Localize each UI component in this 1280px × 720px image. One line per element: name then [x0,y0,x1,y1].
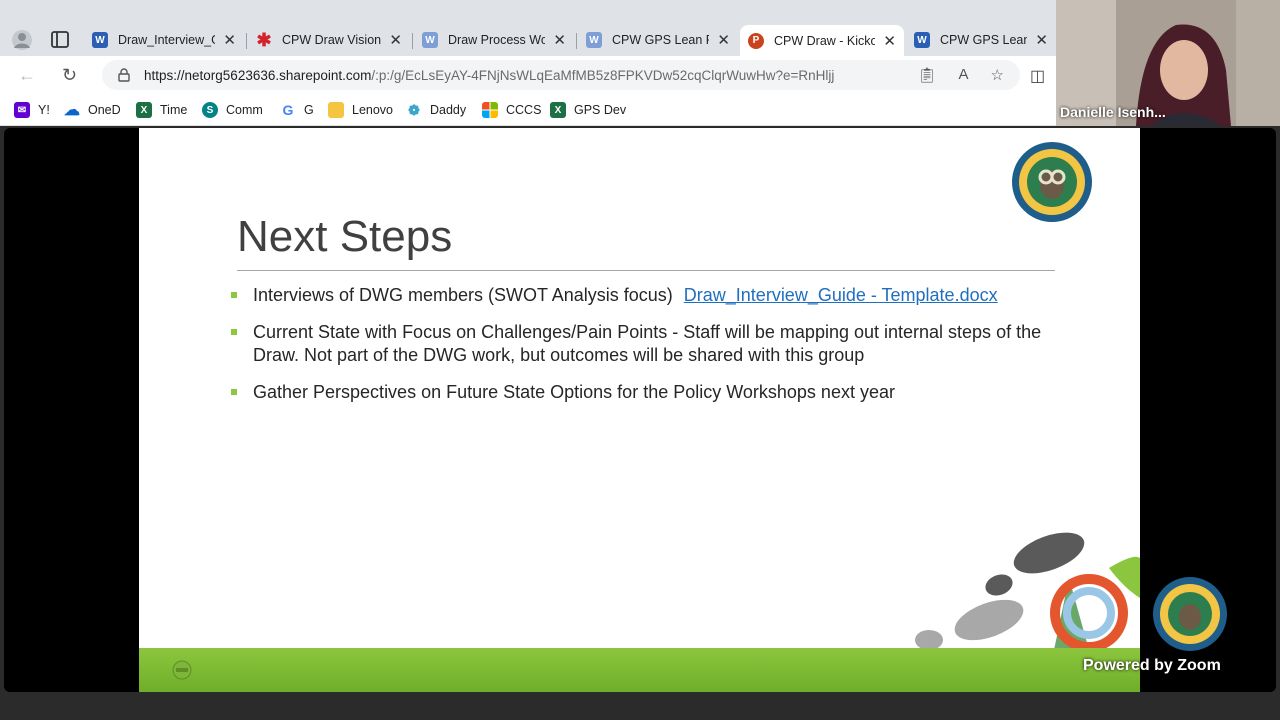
url-path: /:p:/g/EcLsEyAY-4FNjNsWLqEaMfMB5z8FPKVDw… [371,67,835,83]
bookmark-label: Y! [38,103,50,117]
bottom-strip [0,694,1280,720]
read-aloud-icon[interactable]: A͏ [959,66,969,84]
close-icon[interactable]: ✕ [717,31,730,49]
participant-video[interactable]: Danielle Isenh... [1056,0,1280,126]
bookmark-comm[interactable]: S Comm [202,102,263,118]
bookmark-time[interactable]: X Time [136,102,187,118]
tab-divider [412,33,413,49]
close-icon[interactable]: ✕ [883,32,896,50]
tab-cpw-draw-vision[interactable]: ✱ CPW Draw Vision ✕ [248,26,410,54]
google-icon: G [282,102,294,118]
swirl-icon: ❁ [408,101,420,118]
url-host: https://netorg5623636.sharepoint.com [144,67,372,83]
bookmark-onedrive[interactable]: ☁ OneD [64,102,121,119]
address-bar[interactable]: https://netorg5623636.sharepoint.com/:p:… [102,60,1020,90]
tab-cpw-gps-lean-process[interactable]: W CPW GPS Lean Pro ✕ [578,26,738,54]
close-icon[interactable]: ✕ [223,31,236,49]
tab-title: CPW GPS Lean Pro [612,33,709,47]
bullet-item: Interviews of DWG members (SWOT Analysis… [229,284,1049,307]
refresh-icon[interactable]: ↻ [62,65,77,86]
back-icon[interactable]: ← [18,65,36,86]
bookmark-lenovo[interactable]: Lenovo [328,102,393,118]
favorite-star-icon[interactable]: ☆ [991,66,1004,84]
cpw-logo [1012,142,1092,222]
tab-title: CPW Draw Vision [282,33,382,47]
cpw-watermark-logo [1153,577,1227,651]
word-icon: W [92,32,108,48]
close-icon[interactable]: ✕ [553,31,566,49]
bookmark-label: CCCS [506,103,542,117]
address-actions: 📋︎ A͏ ☆ [917,66,1004,84]
excel-icon: X [550,102,566,118]
word-icon: W [586,32,602,48]
footprints-graphic [915,532,1140,650]
excel-icon: X [136,102,152,118]
bookmark-label: Lenovo [352,103,394,117]
tab-title: Draw Process Wor [448,33,546,47]
split-screen-icon[interactable]: ◫ [1030,66,1045,86]
asterisk-icon: ✱ [256,29,272,50]
bookmark-label: GPS Dev [574,103,627,117]
tab-draw-interview-guide[interactable]: W Draw_Interview_Gu ✕ [84,26,244,54]
onedrive-icon: ☁ [64,102,80,119]
tab-cpw-draw-kickoff[interactable]: P CPW Draw - Kickof ✕ [740,25,904,56]
folder-icon [328,102,344,118]
tab-title: Draw_Interview_Gu [118,33,215,47]
bullet-text: Interviews of DWG members (SWOT Analysis… [253,285,673,305]
bookmark-label: Comm [226,103,263,117]
bullet-text: Current State with Focus on Challenges/P… [253,322,1042,365]
sharepoint-icon: S [202,102,218,118]
tab-actions-icon[interactable] [48,29,72,51]
screen: W Draw_Interview_Gu ✕ ✱ CPW Draw Vision … [0,0,1280,720]
bullet-marker [231,389,237,395]
profile-icon[interactable] [10,29,34,51]
word-icon: W [914,32,930,48]
tab-title: CPW Draw - Kickof [774,33,876,48]
gps-logo [172,660,192,680]
microsoft-icon [482,102,498,118]
bookmark-cccs[interactable]: CCCS [482,102,541,118]
bullet-text: Gather Perspectives on Future State Opti… [253,382,895,402]
bookmark-yahoo[interactable]: ✉ Y! [14,102,50,118]
bookmark-daddy[interactable]: ❁ Daddy [406,102,466,118]
bookmark-label: Daddy [430,103,467,117]
bullet-item: Current State with Focus on Challenges/P… [229,321,1049,367]
clipboard-icon[interactable]: 📋︎ [917,66,936,84]
tab-title: CPW GPS Lean Pro [940,33,1028,47]
powered-by-zoom: Powered by Zoom [1083,657,1221,674]
participant-name: Danielle Isenh... [1060,104,1166,120]
tab-divider [246,33,247,49]
bullet-list: Interviews of DWG members (SWOT Analysis… [229,284,1049,418]
mail-icon: ✉ [14,102,30,118]
slide-title: Next Steps [237,212,453,261]
lock-icon[interactable] [118,68,130,82]
bookmark-label: Time [160,103,188,117]
footer-bar [139,648,1140,692]
tab-cpw-gps-lean-process-2[interactable]: W CPW GPS Lean Pro ✕ [906,26,1056,54]
word-icon: W [422,32,438,48]
slide: Next Steps Interviews of DWG members (SW… [139,128,1140,692]
powerpoint-icon: P [748,32,764,49]
bullet-item: Gather Perspectives on Future State Opti… [229,381,1049,404]
bookmark-label: OneD [88,103,121,117]
bullet-marker [231,329,237,335]
tab-draw-process-workshop[interactable]: W Draw Process Wor ✕ [414,26,574,54]
interview-guide-link[interactable]: Draw_Interview_Guide - Template.docx [684,285,998,305]
title-divider [237,270,1055,271]
bullet-marker [231,292,237,298]
bookmark-google[interactable]: GG [280,102,314,118]
bookmark-gps-dev[interactable]: X GPS Dev [550,102,626,118]
close-icon[interactable]: ✕ [389,31,402,49]
close-icon[interactable]: ✕ [1035,31,1048,49]
bookmark-label: G [304,103,314,117]
tab-divider [576,33,577,49]
